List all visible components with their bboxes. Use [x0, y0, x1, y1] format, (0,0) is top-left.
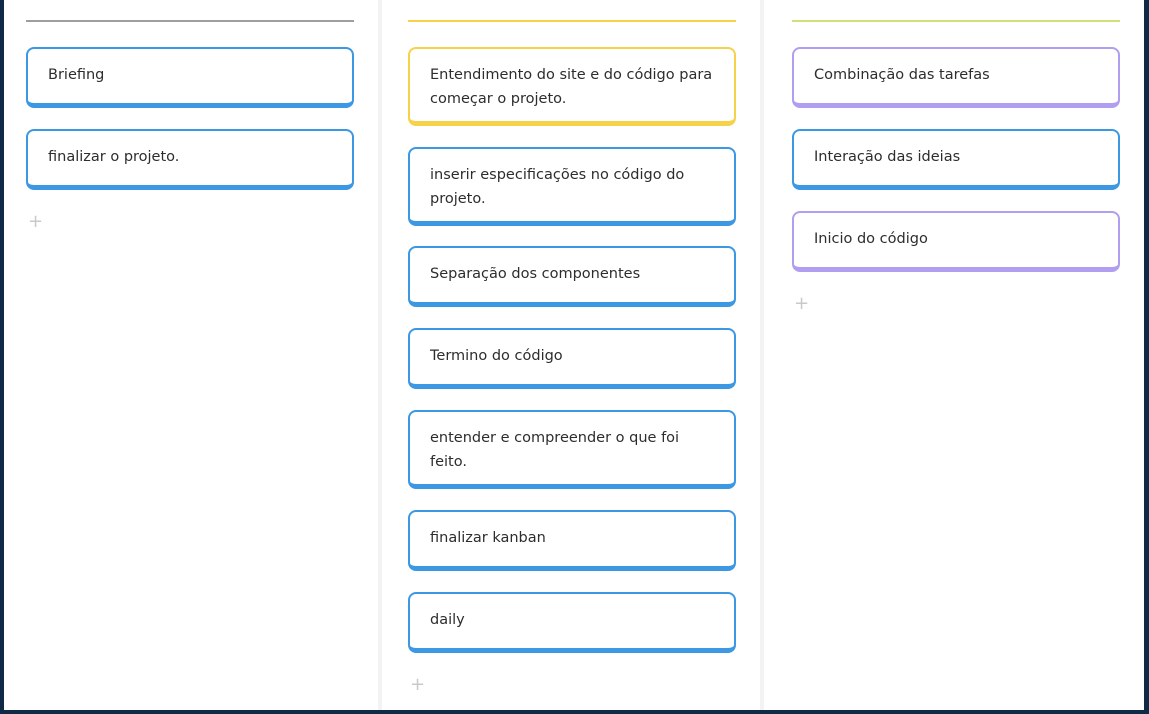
- column-header-line: [408, 20, 736, 22]
- column-header-line: [26, 20, 354, 22]
- task-card[interactable]: Briefing: [26, 47, 354, 108]
- task-card[interactable]: Separação dos componentes: [408, 246, 736, 307]
- task-card-text: entender e compreender o que foi feito.: [430, 430, 680, 470]
- task-card-text: inserir especificações no código do proj…: [430, 167, 685, 207]
- task-card-text: daily: [430, 612, 465, 628]
- task-card-text: finalizar o projeto.: [48, 149, 180, 165]
- task-card[interactable]: daily: [408, 592, 736, 653]
- task-card-text: Entendimento do site e do código para co…: [430, 67, 713, 107]
- task-card[interactable]: inserir especificações no código do proj…: [408, 147, 736, 226]
- task-card[interactable]: finalizar kanban: [408, 510, 736, 571]
- task-card[interactable]: Termino do código: [408, 328, 736, 389]
- task-card[interactable]: Entendimento do site e do código para co…: [408, 47, 736, 126]
- column-header-line: [792, 20, 1120, 22]
- task-card-text: Interação das ideias: [814, 149, 961, 165]
- column-divider: [378, 0, 382, 710]
- task-card[interactable]: Inicio do código: [792, 211, 1120, 272]
- task-card[interactable]: finalizar o projeto.: [26, 129, 354, 190]
- task-card[interactable]: entender e compreender o que foi feito.: [408, 410, 736, 489]
- task-card-text: Combinação das tarefas: [814, 67, 990, 83]
- kanban-column-1: Briefing finalizar o projeto. +: [26, 0, 354, 710]
- task-card-text: finalizar kanban: [430, 530, 546, 546]
- task-card-text: Termino do código: [430, 348, 563, 364]
- column-divider: [760, 0, 764, 710]
- task-card-text: Separação dos componentes: [430, 266, 641, 282]
- add-card-icon[interactable]: +: [794, 295, 809, 313]
- kanban-column-2: Entendimento do site e do código para co…: [408, 0, 736, 710]
- task-card-text: Inicio do código: [814, 231, 928, 247]
- task-card[interactable]: Combinação das tarefas: [792, 47, 1120, 108]
- task-card-text: Briefing: [48, 67, 105, 83]
- add-card-icon[interactable]: +: [28, 213, 43, 231]
- kanban-column-3: Combinação das tarefas Interação das ide…: [792, 0, 1120, 710]
- add-card-icon[interactable]: +: [410, 676, 425, 694]
- kanban-board: Briefing finalizar o projeto. + Entendim…: [4, 0, 1144, 710]
- task-card[interactable]: Interação das ideias: [792, 129, 1120, 190]
